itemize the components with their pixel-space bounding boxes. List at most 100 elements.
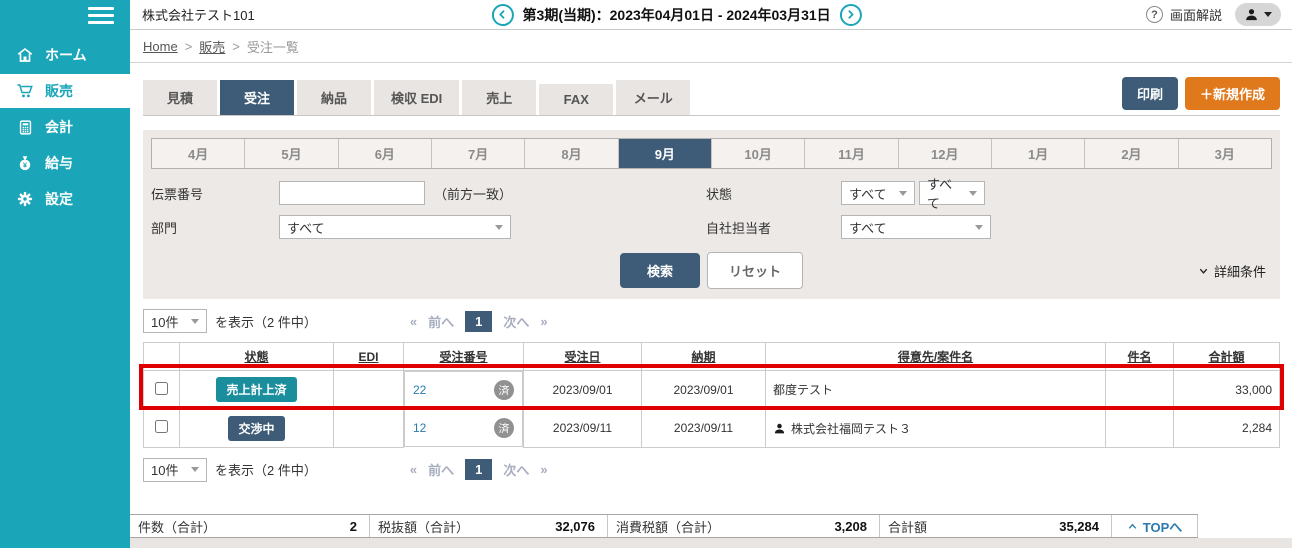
department-label: 部門 (151, 218, 279, 237)
month-tab-feb[interactable]: 2月 (1085, 139, 1178, 168)
first-page-button[interactable]: « (410, 462, 417, 477)
header-order-no[interactable]: 受注番号 (404, 343, 524, 371)
edi-cell (334, 371, 404, 410)
header-due-date[interactable]: 納期 (642, 343, 766, 371)
period-next-button[interactable] (840, 4, 862, 26)
current-page-button[interactable]: 1 (465, 311, 492, 332)
department-select-value: すべて (287, 218, 325, 237)
reset-button[interactable]: リセット (707, 252, 803, 289)
topbar: 株式会社テスト101 第3期(当期)：2023年04月01日 - 2024年03… (130, 0, 1292, 30)
sidebar-item-sales[interactable]: 販売 (0, 74, 130, 108)
month-tab-oct[interactable]: 10月 (712, 139, 805, 168)
due-date-cell: 2023/09/01 (642, 371, 766, 410)
totals-subtotal-label: 税抜額（合計） (378, 517, 469, 536)
header-subject[interactable]: 件名 (1106, 343, 1174, 371)
sidebar-item-payroll[interactable]: ¥ 給与 (0, 146, 130, 180)
sidebar-item-accounting[interactable]: 会計 (0, 110, 130, 144)
row-checkbox[interactable] (155, 382, 168, 395)
prev-page-button[interactable]: 前へ (428, 312, 454, 331)
main-area: 株式会社テスト101 第3期(当期)：2023年04月01日 - 2024年03… (130, 0, 1292, 548)
month-tab-jun[interactable]: 6月 (339, 139, 432, 168)
status-select-2[interactable]: すべて (919, 181, 985, 205)
caret-down-icon (191, 467, 199, 472)
staff-select[interactable]: すべて (841, 215, 991, 239)
status-select-1[interactable]: すべて (841, 181, 915, 205)
filter-panel: 4月 5月 6月 7月 8月 9月 10月 11月 12月 1月 2月 3月 伝… (143, 130, 1280, 299)
customer-name: 株式会社福岡テスト３ (791, 420, 911, 437)
month-tab-mar[interactable]: 3月 (1179, 139, 1271, 168)
orders-table: 状態 EDI 受注番号 受注日 納期 得意先/案件名 件名 合計額 (143, 342, 1280, 448)
sidebar-item-label: 販売 (45, 81, 73, 101)
tab-quote[interactable]: 見積 (143, 80, 217, 115)
search-row: 検索 リセット 詳細条件 (151, 252, 1272, 289)
row-checkbox[interactable] (155, 420, 168, 433)
search-button[interactable]: 検索 (620, 253, 700, 288)
cart-icon (15, 82, 35, 100)
breadcrumb-sales[interactable]: 販売 (199, 37, 225, 56)
next-page-button[interactable]: 次へ (503, 312, 529, 331)
sidebar-item-settings[interactable]: 設定 (0, 182, 130, 216)
person-icon (773, 422, 786, 435)
tab-mail[interactable]: メール (616, 80, 690, 115)
month-tab-may[interactable]: 5月 (245, 139, 338, 168)
breadcrumb: Home > 販売 > 受注一覧 (130, 30, 1292, 63)
prefix-match-note: （前方一致） (434, 184, 512, 203)
chevron-down-icon (1198, 265, 1209, 276)
document-tabs: 見積 受注 納品 検収 EDI 売上 FAX メール 印刷 ＋新規作成 (143, 77, 1280, 116)
help-icon[interactable]: ? (1146, 6, 1163, 23)
header-order-date[interactable]: 受注日 (524, 343, 642, 371)
done-badge: 済 (494, 418, 514, 438)
period-prev-button[interactable] (492, 4, 514, 26)
tab-fax[interactable]: FAX (539, 84, 613, 115)
sidebar-item-home[interactable]: ホーム (0, 38, 130, 72)
prev-page-button[interactable]: 前へ (428, 460, 454, 479)
month-tab-sep[interactable]: 9月 (619, 139, 712, 168)
tab-delivery[interactable]: 納品 (297, 80, 371, 115)
month-tab-apr[interactable]: 4月 (152, 139, 245, 168)
last-page-button[interactable]: » (540, 314, 547, 329)
help-link[interactable]: 画面解説 (1170, 5, 1222, 24)
detail-conditions-link[interactable]: 詳細条件 (1198, 261, 1266, 280)
header-total[interactable]: 合計額 (1174, 343, 1280, 371)
month-tab-jan[interactable]: 1月 (992, 139, 1085, 168)
current-page-button[interactable]: 1 (465, 459, 492, 480)
back-to-top-link[interactable]: TOPへ (1112, 515, 1198, 537)
calculator-icon (15, 119, 35, 136)
department-select[interactable]: すべて (279, 215, 511, 239)
first-page-button[interactable]: « (410, 314, 417, 329)
print-button[interactable]: 印刷 (1122, 77, 1178, 110)
totals-count-label: 件数（合計） (138, 517, 216, 536)
create-new-button[interactable]: ＋新規作成 (1185, 77, 1280, 110)
month-tab-nov[interactable]: 11月 (805, 139, 898, 168)
tab-sales[interactable]: 売上 (462, 80, 536, 115)
month-tab-dec[interactable]: 12月 (899, 139, 992, 168)
breadcrumb-home[interactable]: Home (143, 39, 178, 54)
slip-number-input[interactable] (279, 181, 425, 205)
next-page-button[interactable]: 次へ (503, 460, 529, 479)
tab-acceptance-edi[interactable]: 検収 EDI (374, 80, 459, 115)
pagination-top: 10件 を表示（2 件中） « 前へ 1 次へ » (143, 309, 1280, 333)
table-header-row: 状態 EDI 受注番号 受注日 納期 得意先/案件名 件名 合計額 (144, 343, 1280, 371)
per-page-select[interactable]: 10件 (143, 309, 207, 333)
order-no-link[interactable]: 22 (413, 383, 426, 397)
gear-icon (15, 190, 35, 208)
slip-number-label: 伝票番号 (151, 184, 279, 203)
user-menu[interactable] (1235, 3, 1281, 26)
status-badge[interactable]: 売上計上済 (216, 377, 296, 402)
last-page-button[interactable]: » (540, 462, 547, 477)
totals-total-value: 35,284 (1059, 519, 1099, 534)
status-badge[interactable]: 交渉中 (228, 416, 284, 441)
staff-row: 自社担当者 すべて (706, 215, 1272, 239)
header-edi[interactable]: EDI (334, 343, 404, 371)
month-tabs: 4月 5月 6月 7月 8月 9月 10月 11月 12月 1月 2月 3月 (151, 138, 1272, 169)
tab-order[interactable]: 受注 (220, 80, 294, 115)
month-tab-jul[interactable]: 7月 (432, 139, 525, 168)
per-page-select[interactable]: 10件 (143, 458, 207, 482)
hamburger-menu-icon[interactable] (0, 0, 130, 30)
order-no-link[interactable]: 12 (413, 421, 426, 435)
done-badge: 済 (494, 380, 514, 400)
month-tab-aug[interactable]: 8月 (525, 139, 618, 168)
header-status[interactable]: 状態 (180, 343, 334, 371)
chevron-right-icon (844, 8, 857, 21)
header-customer[interactable]: 得意先/案件名 (766, 343, 1106, 371)
